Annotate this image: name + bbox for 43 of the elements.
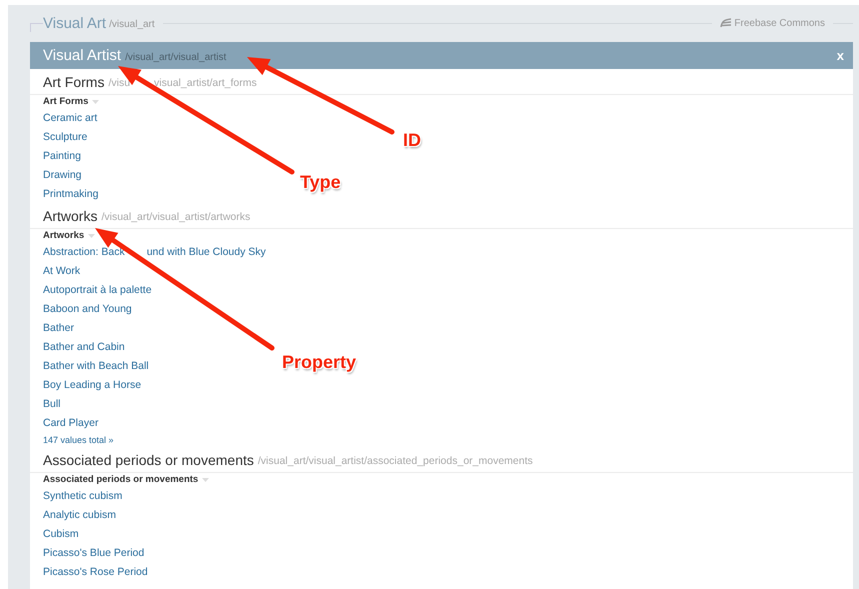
value-link[interactable]: Sculpture <box>43 130 88 142</box>
value-link[interactable]: Autoportrait à la palette <box>43 284 152 296</box>
dropdown-triangle-icon[interactable] <box>202 478 210 482</box>
type-id: /visual_art/visual_artist <box>125 50 226 62</box>
value-link[interactable]: Card Player <box>43 416 98 428</box>
property-label: Art Forms <box>43 96 88 107</box>
value-link[interactable]: Analytic cubism <box>43 508 116 520</box>
annotation-label: Type <box>300 173 341 191</box>
dropdown-triangle-icon[interactable] <box>92 100 100 104</box>
value-link[interactable]: At Work <box>43 264 80 276</box>
freebase-logo-icon <box>720 18 732 28</box>
value-link[interactable]: und with Blue Cloudy Sky <box>146 246 266 258</box>
value-link[interactable]: Drawing <box>43 168 82 180</box>
property-title: Art Forms <box>43 74 104 90</box>
type-title: Visual Artist <box>43 47 122 64</box>
property-title: Associated periods or movements <box>43 452 254 468</box>
section-title: Visual Art <box>42 14 106 32</box>
annotation-label: Property <box>282 353 356 371</box>
value-link[interactable]: Baboon and Young <box>43 302 132 314</box>
property-id: /visual_art/visual_artist/associated_periods_or_movements <box>258 454 533 466</box>
value-link[interactable]: Bather with Beach Ball <box>43 360 149 372</box>
property-label: Artworks <box>43 230 84 241</box>
value-link[interactable]: Bather <box>43 322 74 334</box>
value-link[interactable]: Cubism <box>43 528 79 540</box>
value-link[interactable]: Picasso's Rose Period <box>43 566 148 578</box>
value-link[interactable]: Bull <box>43 398 61 410</box>
value-link[interactable]: Bather and Cabin <box>43 340 125 352</box>
section-path: /visual_art <box>109 18 155 30</box>
property-id: /visual_art/visual_artist/artworks <box>101 210 250 222</box>
annotation-label: ID <box>403 131 421 149</box>
value-link[interactable]: Printmaking <box>43 188 98 200</box>
value-link[interactable]: Painting <box>43 150 81 162</box>
more-values-link[interactable]: 147 values total » <box>43 434 114 444</box>
property-label: Associated periods or movements <box>43 474 198 485</box>
value-link[interactable]: Ceramic art <box>43 112 98 124</box>
value-link[interactable]: Picasso's Blue Period <box>43 546 144 558</box>
property-id: visual_artist/art_forms <box>154 76 257 88</box>
property-title: Artworks <box>43 208 98 224</box>
dropdown-triangle-icon[interactable] <box>88 234 96 238</box>
value-link[interactable]: Synthetic cubism <box>43 490 122 502</box>
property-id: /visu <box>108 76 130 88</box>
value-link[interactable]: Boy Leading a Horse <box>43 378 142 390</box>
value-link[interactable]: Abstraction: Back <box>43 246 125 258</box>
